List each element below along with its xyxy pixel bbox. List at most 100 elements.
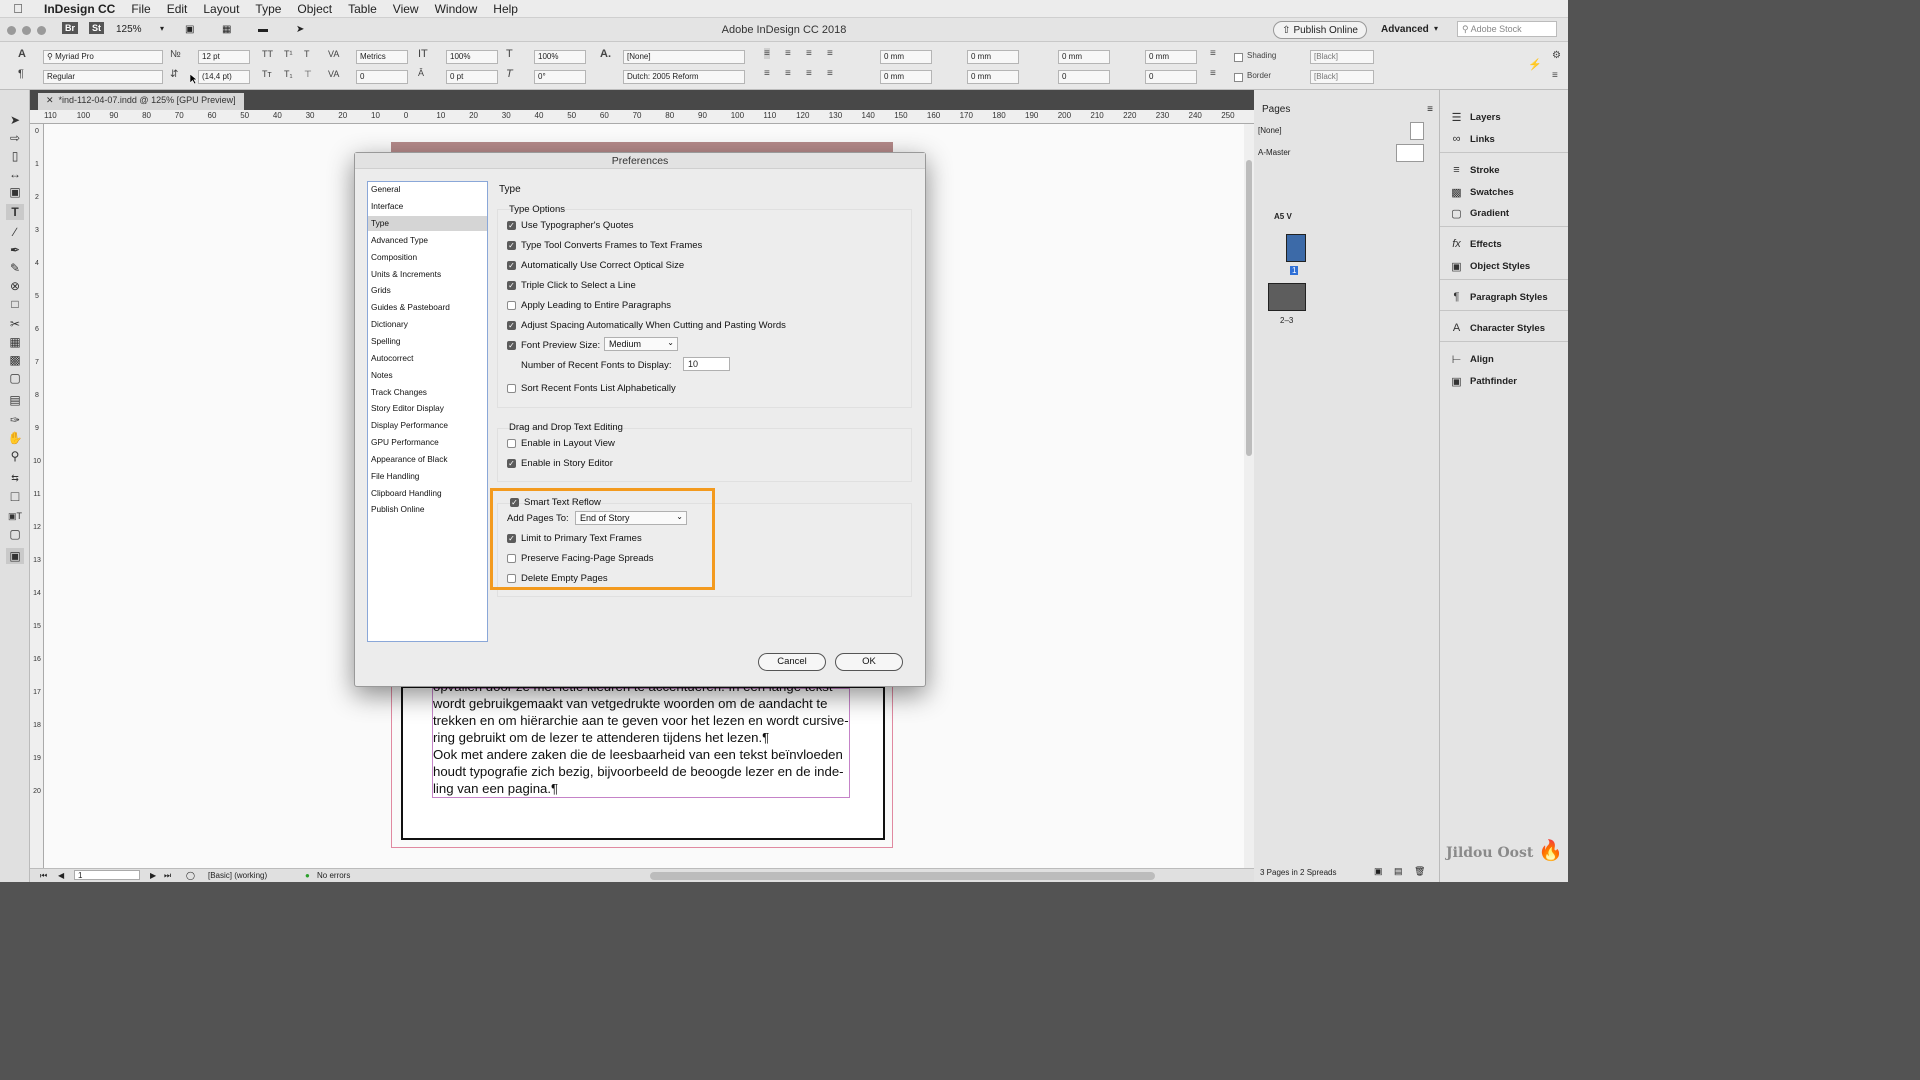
checkbox-checked[interactable]: ✓: [507, 261, 516, 270]
category-interface[interactable]: Interface: [368, 199, 487, 214]
layers-panel-button[interactable]: ☰ Layers: [1450, 108, 1501, 126]
category-appearance-black[interactable]: Appearance of Black: [368, 452, 487, 467]
border-swatch-field[interactable]: [Black]: [1310, 70, 1374, 84]
justify-left-icon[interactable]: ≡: [827, 48, 833, 59]
category-file-handling[interactable]: File Handling: [368, 469, 487, 484]
font-preview-option[interactable]: ✓ Font Preview Size:: [507, 340, 600, 351]
menu-file[interactable]: File: [123, 2, 158, 16]
vertical-scrollbar[interactable]: [1244, 124, 1254, 868]
bullets-icon[interactable]: ≡: [1210, 48, 1216, 59]
checkbox-checked[interactable]: ✓: [507, 221, 516, 230]
none-master-label[interactable]: [None]: [1258, 126, 1282, 135]
category-composition[interactable]: Composition: [368, 250, 487, 265]
new-page-icon[interactable]: ▤: [1394, 866, 1403, 877]
gradient-swatch-tool-icon[interactable]: ▩: [6, 352, 24, 368]
panel-menu-icon[interactable]: ≡: [1552, 70, 1558, 81]
links-panel-button[interactable]: ∞ Links: [1450, 130, 1495, 148]
numbering-icon[interactable]: ≡: [1210, 68, 1216, 79]
category-publish-online[interactable]: Publish Online: [368, 502, 487, 517]
category-advanced-type[interactable]: Advanced Type: [368, 233, 487, 248]
justify-center-icon[interactable]: ≡: [764, 68, 770, 79]
underline-icon[interactable]: T: [304, 49, 310, 59]
text-frame[interactable]: opvallen door ze met ietie kleuren te ac…: [432, 679, 850, 798]
font-preview-size-select[interactable]: Medium ⌄: [604, 337, 678, 351]
content-collector-icon[interactable]: ▣: [6, 184, 24, 200]
category-story-editor[interactable]: Story Editor Display: [368, 401, 487, 416]
gap-tool-icon[interactable]: ↔: [6, 166, 24, 182]
checkbox-unchecked[interactable]: [507, 301, 516, 310]
category-dictionary[interactable]: Dictionary: [368, 317, 487, 332]
apply-color-icon[interactable]: ▢: [6, 526, 24, 542]
master-select[interactable]: A5 V: [1274, 212, 1292, 221]
apply-leading-option[interactable]: Apply Leading to Entire Paragraphs: [507, 300, 671, 311]
adjust-spacing-option[interactable]: ✓ Adjust Spacing Automatically When Cutti…: [507, 320, 786, 331]
font-family-field[interactable]: ⚲ Myriad Pro: [43, 50, 163, 64]
baseline-shift-field[interactable]: 0 pt: [446, 70, 498, 84]
menu-view[interactable]: View: [385, 2, 427, 16]
align-left-icon[interactable]: ≡: [764, 48, 770, 59]
category-grids[interactable]: Grids: [368, 283, 487, 298]
page-1-thumbnail[interactable]: [1286, 234, 1306, 262]
strikethrough-icon[interactable]: ⊤: [304, 69, 312, 80]
leading-field[interactable]: (14,4 pt): [198, 70, 250, 84]
category-clipboard[interactable]: Clipboard Handling: [368, 486, 487, 501]
left-indent-field[interactable]: 0 mm: [880, 50, 932, 64]
paragraph-mode-icon[interactable]: ¶: [18, 68, 24, 80]
publish-online-button[interactable]: ⇧ Publish Online: [1273, 21, 1367, 39]
screen-mode-tool-icon[interactable]: ▣: [6, 548, 24, 564]
shading-checkbox[interactable]: [1234, 53, 1243, 62]
menu-window[interactable]: Window: [427, 2, 486, 16]
vertical-scale-field[interactable]: 100%: [446, 50, 498, 64]
paragraph-styles-panel-button[interactable]: ¶ Paragraph Styles: [1450, 288, 1548, 306]
checkbox-unchecked[interactable]: [507, 439, 516, 448]
menu-edit[interactable]: Edit: [159, 2, 196, 16]
document-tab[interactable]: ✕ *ind-112-04-07.indd @ 125% [GPU Previe…: [38, 93, 244, 110]
cancel-button[interactable]: Cancel: [758, 653, 826, 671]
optical-size-option[interactable]: ✓ Automatically Use Correct Optical Size: [507, 260, 684, 271]
category-guides[interactable]: Guides & Pasteboard: [368, 300, 487, 315]
menu-object[interactable]: Object: [289, 2, 340, 16]
sort-recent-fonts-option[interactable]: Sort Recent Fonts List Alphabetically: [507, 383, 676, 394]
horizontal-scroll-thumb[interactable]: [650, 872, 1155, 880]
gradient-panel-button[interactable]: ▢ Gradient: [1450, 204, 1509, 222]
rectangle-tool-icon[interactable]: □: [6, 296, 24, 312]
space-before-field[interactable]: 0 mm: [1058, 50, 1110, 64]
checkbox-checked[interactable]: ✓: [507, 241, 516, 250]
scissors-tool-icon[interactable]: ✂: [6, 316, 24, 332]
object-styles-panel-button[interactable]: ▣ Object Styles: [1450, 257, 1530, 275]
enable-layout-view-option[interactable]: Enable in Layout View: [507, 438, 615, 449]
align-panel-button[interactable]: ⊢ Align: [1450, 350, 1494, 368]
kerning-field[interactable]: Metrics: [356, 50, 408, 64]
superscript-icon[interactable]: T¹: [284, 49, 293, 59]
delete-page-icon[interactable]: 🗑: [1414, 866, 1425, 877]
next-page-icon[interactable]: ▶: [150, 871, 156, 880]
a-master-thumbnail[interactable]: [1396, 144, 1424, 162]
preflight-errors[interactable]: No errors: [317, 871, 350, 880]
category-display-performance[interactable]: Display Performance: [368, 418, 487, 433]
typographers-quotes-option[interactable]: ✓ Use Typographer's Quotes: [507, 220, 634, 231]
lightning-icon[interactable]: ⚡: [1528, 58, 1542, 71]
align-spine-icon[interactable]: ≡: [827, 68, 833, 79]
subscript-icon[interactable]: T₁: [284, 69, 293, 79]
drop-cap-chars-field[interactable]: 0: [1145, 70, 1197, 84]
gradient-feather-tool-icon[interactable]: ▢: [6, 370, 24, 386]
language-field[interactable]: Dutch: 2005 Reform: [623, 70, 745, 84]
preflight-profile[interactable]: [Basic] (working): [208, 871, 267, 880]
first-page-icon[interactable]: ⏮: [40, 871, 47, 881]
effects-panel-button[interactable]: fx Effects: [1450, 235, 1501, 253]
pages-panel-menu-icon[interactable]: ≡: [1427, 104, 1433, 115]
font-size-field[interactable]: 12 pt: [198, 50, 250, 64]
vertical-ruler[interactable]: 0 1 2 3 4 5 6 7 8 9 10 11 12 13 14 15 16 17 18 19 20: [30, 124, 44, 868]
pathfinder-panel-button[interactable]: ▣ Pathfinder: [1450, 372, 1517, 390]
note-tool-icon[interactable]: ▤: [6, 392, 24, 408]
category-gpu-performance[interactable]: GPU Performance: [368, 435, 487, 450]
enable-story-editor-option[interactable]: ✓ Enable in Story Editor: [507, 458, 613, 469]
menu-app[interactable]: InDesign CC: [36, 2, 123, 16]
tracking-field[interactable]: 0: [356, 70, 408, 84]
pen-tool-icon[interactable]: ✒: [6, 242, 24, 258]
zoom-tool-icon[interactable]: ⚲: [6, 448, 24, 464]
prev-page-icon[interactable]: ◀: [58, 871, 64, 880]
settings-icon[interactable]: ⚙: [1552, 50, 1561, 61]
category-units[interactable]: Units & Increments: [368, 267, 487, 282]
ok-button[interactable]: OK: [835, 653, 903, 671]
